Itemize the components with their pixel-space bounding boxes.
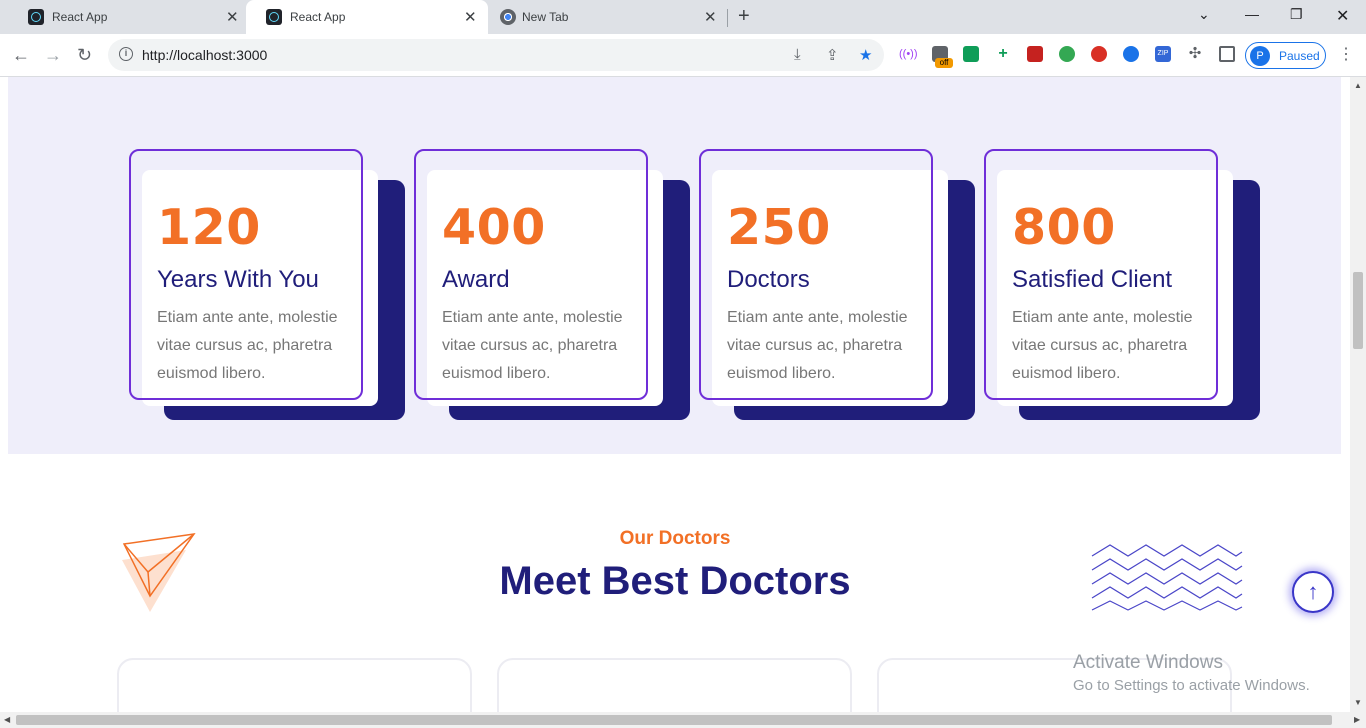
- extension-globe-icon[interactable]: [1059, 46, 1075, 62]
- stat-description: Etiam ante ante, molestie vitae cursus a…: [442, 309, 623, 382]
- extensions-puzzle-icon[interactable]: ✣: [1187, 46, 1203, 62]
- vertical-scrollbar[interactable]: ▲ ▼: [1350, 77, 1366, 712]
- address-url[interactable]: http://localhost:3000: [142, 47, 267, 63]
- tab-strip: React App ✕ React App ✕ New Tab ✕ + ⌄ — …: [0, 0, 1366, 34]
- extension-adblock-icon[interactable]: [1091, 46, 1107, 62]
- stat-card: 120 Years With You Etiam ante ante, mole…: [129, 149, 405, 420]
- install-app-icon[interactable]: ⤓: [794, 46, 801, 63]
- tab-react-app-1[interactable]: React App ✕: [8, 0, 246, 34]
- extension-blue-icon[interactable]: [1123, 46, 1139, 62]
- stat-description: Etiam ante ante, molestie vitae cursus a…: [1012, 309, 1193, 382]
- profile-button[interactable]: P Paused: [1245, 42, 1326, 69]
- tab-title: React App: [52, 10, 108, 24]
- stat-card: 400 Award Etiam ante ante, molestie vita…: [414, 149, 690, 420]
- stat-description: Etiam ante ante, molestie vitae cursus a…: [727, 309, 908, 382]
- vertical-scroll-thumb[interactable]: [1353, 272, 1363, 349]
- extension-zip-icon[interactable]: ZIP: [1155, 46, 1171, 62]
- activate-windows-title: Activate Windows: [1073, 652, 1223, 673]
- stat-label: Satisfied Client: [1012, 266, 1173, 293]
- stat-card: 800 Satisfied Client Etiam ante ante, mo…: [984, 149, 1260, 420]
- tab-close-icon[interactable]: ✕: [464, 8, 477, 26]
- doctor-card[interactable]: [497, 658, 852, 712]
- stat-label: Doctors: [727, 266, 810, 293]
- extension-red-icon[interactable]: [1027, 46, 1043, 62]
- stat-card: 250 Doctors Etiam ante ante, molestie vi…: [699, 149, 975, 420]
- back-arrow-icon[interactable]: ←: [12, 45, 30, 66]
- activate-windows-subtitle: Go to Settings to activate Windows.: [1073, 677, 1310, 694]
- new-tab-plus-icon[interactable]: +: [738, 5, 750, 28]
- tab-title: New Tab: [522, 10, 569, 24]
- stat-label: Years With You: [157, 266, 319, 293]
- react-favicon-icon: [28, 9, 44, 25]
- chrome-favicon-icon: [500, 9, 516, 25]
- tab-close-icon[interactable]: ✕: [704, 8, 717, 26]
- side-panel-icon[interactable]: [1219, 46, 1235, 62]
- menu-kebab-icon[interactable]: ⋮: [1338, 44, 1354, 64]
- minimize-icon[interactable]: —: [1245, 6, 1259, 22]
- extension-broadcast-icon[interactable]: ((•)): [899, 46, 918, 62]
- share-icon[interactable]: ⇪: [826, 46, 839, 64]
- scroll-down-arrow-icon[interactable]: ▼: [1354, 698, 1362, 707]
- forward-arrow-icon[interactable]: →: [44, 45, 62, 66]
- scroll-to-top-button[interactable]: ↑: [1292, 571, 1334, 613]
- window-close-icon[interactable]: ✕: [1336, 6, 1349, 26]
- stat-label: Award: [442, 266, 510, 293]
- scroll-right-arrow-icon[interactable]: ▶: [1354, 715, 1360, 724]
- zigzag-decoration-icon: [1091, 544, 1243, 611]
- reload-icon[interactable]: ↻: [77, 45, 92, 66]
- tab-new-tab[interactable]: New Tab ✕: [488, 0, 726, 34]
- tab-search-chevron-icon[interactable]: ⌄: [1198, 6, 1210, 23]
- bookmark-star-icon[interactable]: ★: [859, 46, 872, 64]
- stats-section: 120 Years With You Etiam ante ante, mole…: [8, 77, 1341, 454]
- restore-icon[interactable]: ❐: [1290, 6, 1303, 23]
- tab-separator: [727, 9, 728, 27]
- react-favicon-icon: [266, 9, 282, 25]
- tab-title: React App: [290, 10, 346, 24]
- stat-number: 120: [157, 199, 261, 256]
- stat-number: 400: [442, 199, 546, 256]
- horizontal-scrollbar[interactable]: ◀ ▶: [0, 712, 1366, 728]
- page-viewport: 120 Years With You Etiam ante ante, mole…: [0, 77, 1350, 712]
- doctor-card[interactable]: [117, 658, 472, 712]
- stat-number: 250: [727, 199, 831, 256]
- profile-status: Paused: [1279, 49, 1320, 63]
- scroll-left-arrow-icon[interactable]: ◀: [4, 715, 10, 724]
- extension-green-icon[interactable]: [963, 46, 979, 62]
- tab-react-app-2[interactable]: React App ✕: [246, 0, 488, 34]
- extension-plus-icon[interactable]: +: [995, 46, 1011, 62]
- stat-description: Etiam ante ante, molestie vitae cursus a…: [157, 309, 338, 382]
- arrow-up-icon: ↑: [1307, 579, 1319, 604]
- horizontal-scroll-thumb[interactable]: [16, 715, 1332, 725]
- tab-close-icon[interactable]: ✕: [226, 8, 239, 26]
- extension-badge: off: [935, 58, 953, 68]
- site-info-icon[interactable]: i: [119, 47, 133, 61]
- stat-number: 800: [1012, 199, 1116, 256]
- scroll-up-arrow-icon[interactable]: ▲: [1354, 81, 1362, 90]
- avatar: P: [1250, 46, 1270, 66]
- address-bar[interactable]: i http://localhost:3000 ⤓ ⇪ ★: [108, 39, 884, 71]
- browser-toolbar: ← → ↻ i http://localhost:3000 ⤓ ⇪ ★ ((•)…: [0, 34, 1366, 77]
